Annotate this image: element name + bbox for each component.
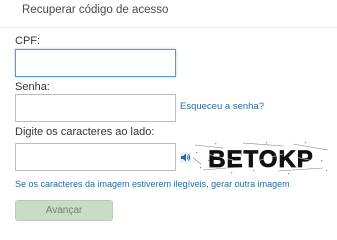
cpf-label: CPF:	[15, 35, 41, 47]
forgot-password-link[interactable]: Esqueceu a senha?	[180, 101, 264, 112]
senha-input[interactable]	[15, 94, 176, 122]
cpf-input[interactable]	[15, 49, 176, 77]
captcha-input[interactable]	[15, 143, 176, 171]
submit-button[interactable]: Avançar	[15, 200, 113, 221]
page-title: Recuperar código de acesso	[22, 4, 169, 16]
senha-label: Senha:	[15, 81, 50, 93]
regenerate-captcha-link[interactable]: gerar outra imagem	[211, 179, 290, 189]
title-divider	[0, 27, 337, 28]
captcha-text: BETOKP	[208, 146, 314, 173]
captcha-image: BETOKP	[192, 140, 330, 176]
captcha-help-text: Se os caracteres da imagem estiverem ile…	[15, 179, 290, 189]
captcha-help-prefix: Se os caracteres da imagem estiverem ile…	[15, 179, 212, 189]
speaker-icon[interactable]	[180, 150, 191, 163]
captcha-label: Digite os caracteres ao lado:	[15, 126, 155, 138]
